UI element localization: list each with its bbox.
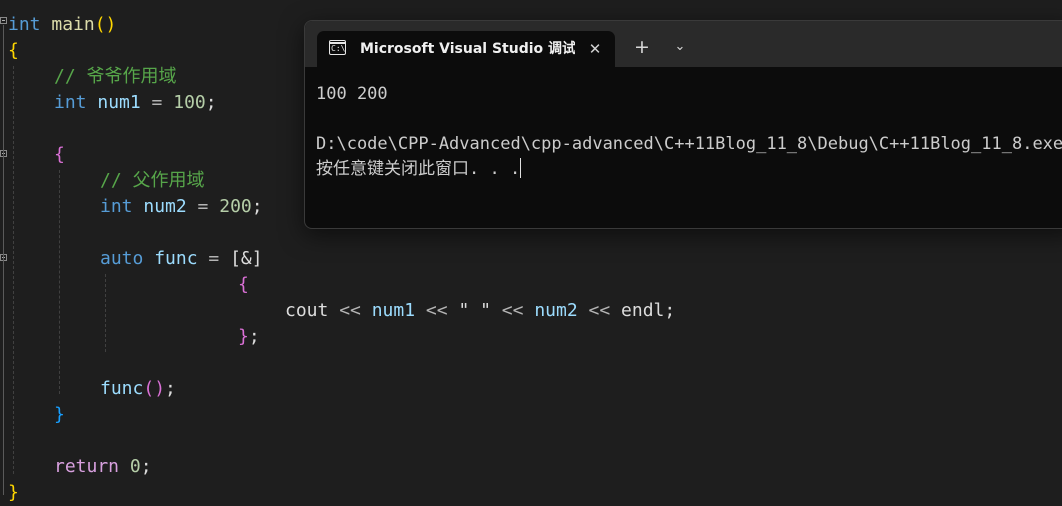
function-token: main [51, 14, 95, 35]
keyword-token: return [54, 456, 120, 477]
number-token: 200 [219, 196, 252, 217]
number-token: 100 [173, 92, 206, 113]
code-line: // 父作用域 [100, 168, 205, 194]
console-tab[interactable]: C:\ Microsoft Visual Studio 调试控制台 ✕ [317, 31, 615, 67]
keyword-token: int [100, 196, 133, 217]
code-line: { [8, 38, 19, 64]
brace-token: { [8, 40, 19, 61]
operator-token: << [577, 300, 622, 321]
brace-token: { [238, 274, 249, 295]
brace-token: { [54, 144, 65, 165]
brace-token: } [238, 326, 249, 347]
tab-title: Microsoft Visual Studio 调试控制台 [360, 41, 575, 57]
console-output-line: D:\code\CPP-Advanced\cpp-advanced\C++11B… [316, 134, 1062, 154]
identifier-token: endl [621, 300, 665, 321]
comment-token: // 父作用域 [100, 170, 205, 191]
text-cursor [520, 158, 522, 178]
identifier-token: cout [285, 300, 329, 321]
variable-token: num1 [371, 300, 416, 321]
code-line: } [54, 402, 65, 428]
indent-guide [13, 66, 14, 474]
code-line: return 0; [54, 454, 152, 480]
code-line: } [8, 480, 19, 506]
parenthesis-token: () [143, 378, 166, 399]
close-icon[interactable]: ✕ [585, 39, 605, 59]
string-token: " " [458, 300, 491, 321]
code-line: { [238, 272, 249, 298]
punctuation-token: ; [140, 456, 152, 477]
number-token: 0 [129, 456, 141, 477]
brace-token: } [54, 404, 65, 425]
operator-token: = [197, 248, 231, 269]
console-prompt-line: 按任意键关闭此窗口. . . [316, 157, 522, 181]
new-tab-button[interactable]: + [631, 36, 653, 58]
punctuation-token: ; [251, 196, 263, 217]
parenthesis-token: () [94, 14, 117, 35]
code-line: cout << num1 << " " << num2 << endl; [285, 298, 675, 324]
brace-token: } [8, 482, 19, 503]
fold-outline [3, 25, 4, 495]
operator-token: << [328, 300, 372, 321]
punctuation-token: ; [205, 92, 217, 113]
keyword-token: int [54, 92, 87, 113]
code-line: // 爷爷作用域 [54, 64, 177, 90]
code-line: { [54, 142, 65, 168]
operator-token: << [415, 300, 459, 321]
console-output-line: 100 200 [316, 84, 388, 104]
collapse-icon[interactable] [0, 17, 7, 24]
keyword-token: int [8, 14, 41, 35]
console-titlebar[interactable]: C:\ Microsoft Visual Studio 调试控制台 ✕ + ⌄ [305, 21, 1062, 67]
operator-token: << [490, 300, 535, 321]
console-prompt-text: 按任意键关闭此窗口. . . [316, 159, 521, 179]
indent-guide [105, 274, 106, 352]
variable-token: num2 [143, 196, 187, 217]
terminal-icon: C:\ [329, 40, 346, 55]
capture-token: [&] [230, 248, 263, 269]
punctuation-token: ; [165, 378, 176, 399]
code-line: int num2 = 200; [100, 194, 263, 220]
chevron-down-icon[interactable]: ⌄ [669, 36, 691, 58]
variable-token: num2 [534, 300, 578, 321]
operator-token: = [186, 196, 220, 217]
debug-console-window[interactable]: C:\ Microsoft Visual Studio 调试控制台 ✕ + ⌄ … [304, 20, 1062, 229]
code-line: auto func = [&] [100, 246, 263, 272]
code-line: }; [238, 324, 260, 350]
operator-token: = [140, 92, 174, 113]
code-line: int main() [8, 12, 116, 38]
code-line: func(); [100, 376, 176, 402]
variable-token: func [154, 248, 198, 269]
code-line: int num1 = 100; [54, 90, 217, 116]
indent-guide [59, 170, 60, 394]
comment-token: // 爷爷作用域 [54, 66, 177, 87]
punctuation-token: ; [248, 326, 260, 347]
variable-token: num1 [97, 92, 141, 113]
keyword-token: auto [100, 248, 144, 269]
variable-token: func [100, 378, 144, 399]
punctuation-token: ; [664, 300, 676, 321]
